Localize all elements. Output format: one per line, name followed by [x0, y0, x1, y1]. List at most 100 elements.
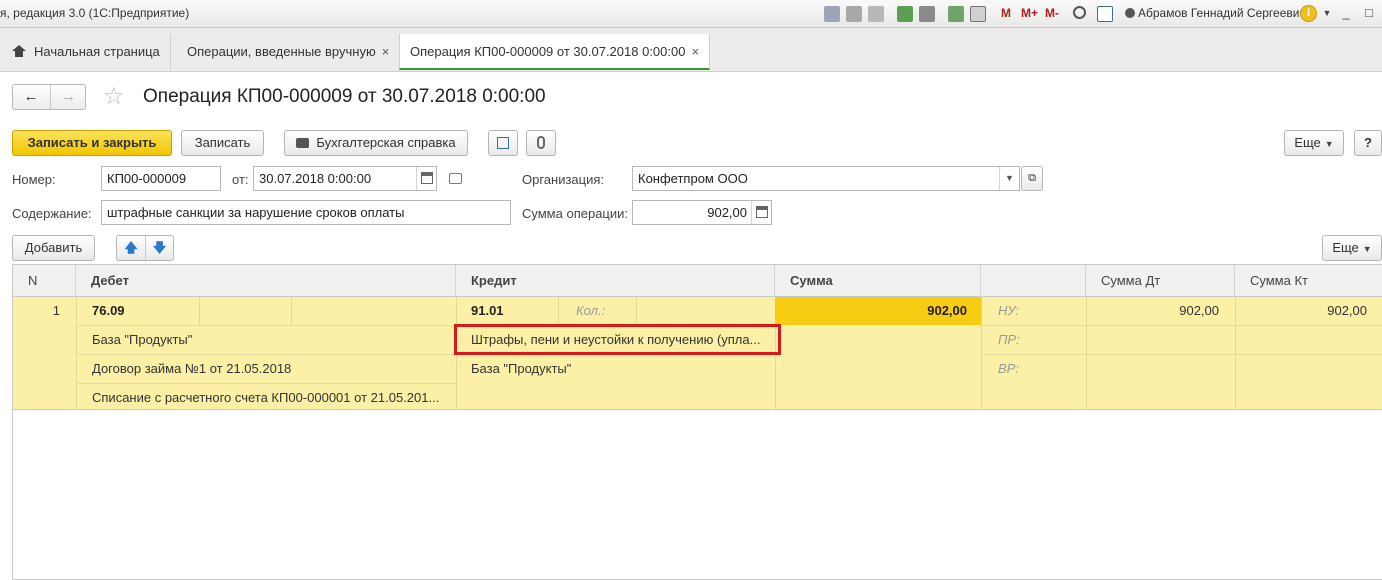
annotation-highlight-box	[454, 324, 781, 355]
maximize-button[interactable]: □	[1360, 4, 1378, 22]
column-header-debit[interactable]: Дебет	[76, 265, 456, 297]
more-button[interactable]: Еще ▼	[1284, 130, 1344, 156]
calculator-icon	[756, 206, 768, 218]
tax-label-nu: НУ:	[998, 303, 1020, 318]
column-header-sum-kt[interactable]: Сумма Кт	[1235, 265, 1382, 297]
tab-bar: Начальная страница Операции, введенные в…	[0, 28, 1382, 72]
accounting-report-button[interactable]: Бухгалтерская справка	[284, 130, 468, 156]
number-label: Номер:	[12, 172, 56, 187]
title-bar: я, редакция 3.0 (1С:Предприятие) M M+ M-…	[0, 0, 1382, 28]
memory-minus-button[interactable]: M-	[1045, 6, 1059, 20]
more-label: Еще	[1294, 135, 1321, 150]
page-title: Операция КП00-000009 от 30.07.2018 0:00:…	[143, 86, 546, 107]
move-up-button[interactable]: 🡅	[117, 236, 145, 260]
structure-button[interactable]	[488, 130, 518, 156]
tab-operation[interactable]: Операция КП00-000009 от 30.07.2018 0:00:…	[399, 34, 711, 70]
tab-home[interactable]: Начальная страница	[2, 34, 171, 70]
calculator-button[interactable]	[751, 201, 771, 224]
add-row-button[interactable]: Добавить	[12, 235, 95, 261]
entries-table: N Дебет Кредит Сумма Сумма Дт Сумма Кт 1…	[12, 264, 1382, 580]
save-icon[interactable]	[824, 6, 840, 22]
user-name: Абрамов Геннадий Сергеевич	[1138, 6, 1306, 20]
calendar-icon[interactable]	[970, 6, 986, 22]
info-icon[interactable]: i	[1300, 5, 1317, 22]
favorite-star-icon[interactable]: ☆	[103, 84, 125, 110]
scan-icon[interactable]	[919, 6, 935, 22]
tab-label: Начальная страница	[34, 44, 160, 59]
column-header-tax[interactable]	[981, 265, 1086, 297]
credit-qty-label: Кол.:	[576, 303, 606, 318]
debit-account[interactable]: 76.09	[92, 297, 192, 325]
credit-account[interactable]: 91.01	[471, 297, 551, 325]
calendar-icon	[421, 172, 433, 184]
calendar-button[interactable]	[416, 167, 436, 190]
chevron-down-icon[interactable]: ▼	[1318, 4, 1336, 22]
column-header-credit[interactable]: Кредит	[456, 265, 775, 297]
amount-field[interactable]: 902,00	[632, 200, 772, 225]
close-icon[interactable]: ×	[382, 44, 390, 59]
more-label: Еще	[1332, 240, 1359, 255]
debit-subconto-3[interactable]: Списание с расчетного счета КП00-000001 …	[92, 384, 454, 412]
organization-label: Организация:	[522, 172, 605, 187]
minimize-button[interactable]: _	[1337, 4, 1355, 22]
user-menu[interactable]: Абрамов Геннадий Сергеевич	[1125, 6, 1306, 20]
date-field[interactable]: 30.07.2018 0:00:00	[253, 166, 437, 191]
move-down-button[interactable]: 🡇	[145, 236, 173, 260]
content-label: Содержание:	[12, 206, 92, 221]
organization-field[interactable]: Конфетпром ООО ▼	[632, 166, 1020, 191]
navigation-buttons: ← →	[12, 84, 86, 110]
content-field[interactable]: штрафные санкции за нарушение сроков опл…	[101, 200, 511, 225]
save-button[interactable]: Записать	[181, 130, 264, 156]
paperclip-icon	[537, 136, 545, 149]
tab-manual-operations[interactable]: Операции, введенные вручную ×	[177, 34, 401, 70]
printer-icon	[296, 138, 310, 148]
zoom-icon[interactable]	[1073, 6, 1086, 19]
attach-button[interactable]	[526, 130, 556, 156]
chevron-down-icon[interactable]: ▼	[999, 167, 1019, 190]
back-button[interactable]: ←	[13, 85, 49, 109]
home-icon	[12, 45, 26, 57]
spreadsheet-icon[interactable]	[948, 6, 964, 22]
app-title: я, редакция 3.0 (1С:Предприятие)	[0, 6, 190, 20]
sum-dt-cell[interactable]: 902,00	[1086, 297, 1219, 325]
table-more-button[interactable]: Еще ▼	[1322, 235, 1382, 261]
help-button[interactable]: ?	[1354, 130, 1382, 156]
tab-label: Операция КП00-000009 от 30.07.2018 0:00:…	[410, 44, 686, 59]
credit-subconto-2[interactable]: База "Продукты"	[471, 355, 771, 383]
table-row[interactable]: 1 76.09 База "Продукты" Договор займа №1…	[13, 297, 1382, 410]
date-value: 30.07.2018 0:00:00	[259, 171, 372, 186]
organization-value: Конфетпром ООО	[638, 171, 748, 186]
memory-plus-button[interactable]: M+	[1021, 6, 1038, 20]
sum-cell[interactable]: 902,00	[775, 297, 981, 325]
chevron-down-icon: ▼	[1324, 139, 1334, 149]
debit-subconto-1[interactable]: База "Продукты"	[92, 326, 452, 354]
column-header-sum[interactable]: Сумма	[775, 265, 981, 297]
tax-label-pr: ПР:	[998, 332, 1020, 347]
panel-icon[interactable]	[1097, 6, 1113, 22]
sum-kt-cell[interactable]: 902,00	[1235, 297, 1367, 325]
tax-label-vr: ВР:	[998, 361, 1019, 376]
move-buttons: 🡅 🡇	[116, 235, 174, 261]
forward-button[interactable]: →	[50, 85, 86, 109]
print-icon[interactable]	[846, 6, 862, 22]
number-field[interactable]: КП00-000009	[101, 166, 221, 191]
history-icon[interactable]	[449, 173, 462, 184]
chevron-down-icon: ▼	[1362, 244, 1372, 254]
amount-value: 902,00	[707, 205, 747, 220]
tab-label: Операции, введенные вручную	[187, 44, 376, 59]
user-icon	[1125, 8, 1135, 18]
row-number: 1	[52, 303, 60, 318]
upload-icon[interactable]	[897, 6, 913, 22]
open-organization-button[interactable]: ⧉	[1021, 166, 1043, 191]
save-and-close-button[interactable]: Записать и закрыть	[12, 130, 172, 156]
debit-subconto-2[interactable]: Договор займа №1 от 21.05.2018	[92, 355, 452, 383]
amount-label: Сумма операции:	[522, 206, 628, 221]
column-header-n[interactable]: N	[13, 265, 76, 297]
structure-icon	[497, 137, 509, 149]
date-label: от:	[232, 172, 249, 187]
preview-icon[interactable]	[868, 6, 884, 22]
column-header-sum-dt[interactable]: Сумма Дт	[1086, 265, 1235, 297]
report-label: Бухгалтерская справка	[316, 135, 456, 150]
close-icon[interactable]: ×	[691, 44, 699, 59]
memory-button[interactable]: M	[1001, 6, 1011, 20]
